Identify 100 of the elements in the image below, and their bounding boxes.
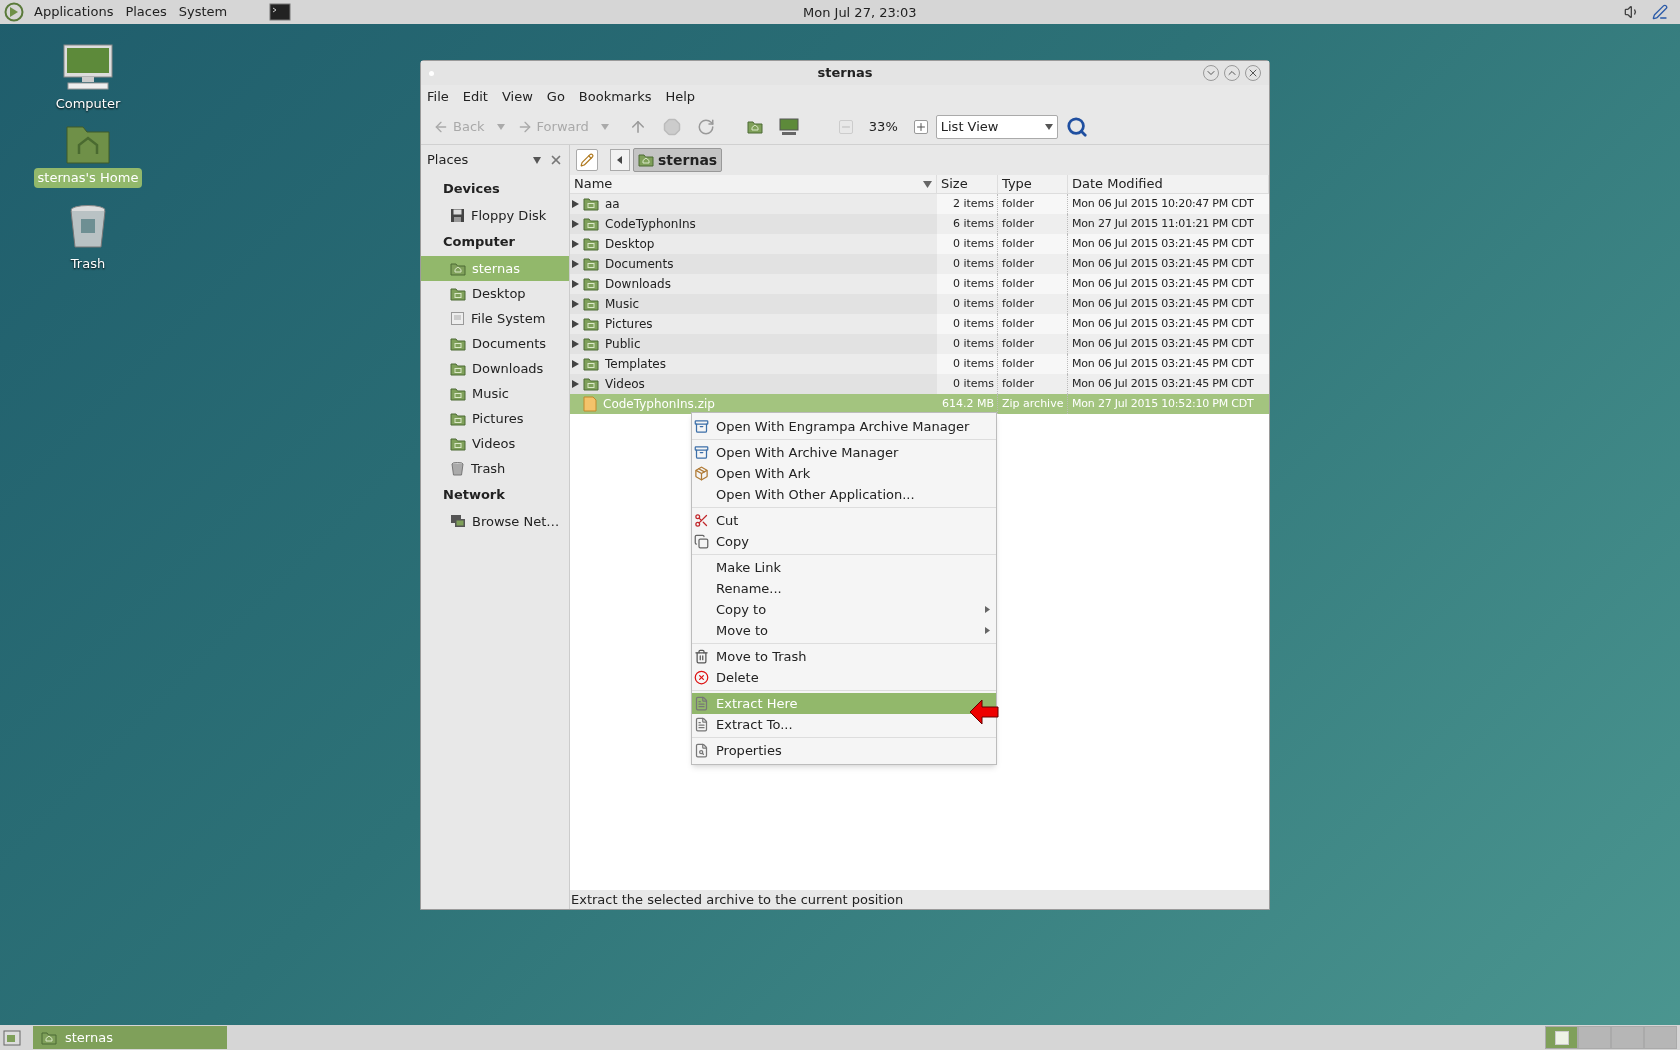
sidebar-item[interactable]: Videos [421,431,569,456]
menu-item[interactable]: Properties [692,740,996,761]
file-row[interactable]: Public 0 items folder Mon 06 Jul 2015 03:21:45 PM CDT [570,334,1269,354]
menu-bar-item[interactable]: Edit [462,87,488,107]
menu-bar-item[interactable]: File [427,87,449,107]
menu-item[interactable]: Make Link [692,557,996,578]
trash-icon [694,649,709,664]
file-row[interactable]: Downloads 0 items folder Mon 06 Jul 2015 03:21:45 PM CDT [570,274,1269,294]
folder-icon [583,377,599,391]
close-sidebar-button[interactable] [549,153,563,167]
file-row[interactable]: Desktop 0 items folder Mon 06 Jul 2015 03:21:45 PM CDT [570,234,1269,254]
menu-bar-item[interactable]: Help [665,87,696,107]
menu-item[interactable]: Open With Engrampa Archive Manager [692,416,996,437]
expander-arrow-icon[interactable] [572,260,579,268]
dropdown-arrow-icon[interactable] [533,156,541,164]
file-date: Mon 06 Jul 2015 03:21:45 PM CDT [1071,295,1255,312]
expander-arrow-icon[interactable] [572,380,579,388]
menu-item[interactable]: Cut [692,510,996,531]
expander-arrow-icon[interactable] [572,340,579,348]
network-icon [450,514,466,529]
panel-menu[interactable]: Applications [32,2,116,22]
column-header[interactable]: Name [570,175,937,193]
desktop-icon-label[interactable]: Trash [66,254,110,274]
column-header[interactable]: Size [937,175,998,193]
zoom-in-button[interactable] [913,119,928,134]
file-row[interactable]: CodeTyphonIns 6 items folder Mon 27 Jul 2015 11:01:21 PM CDT [570,214,1269,234]
workspace-button[interactable] [1545,1026,1578,1049]
menu-item-label: Cut [716,511,740,530]
sidebar-item[interactable]: Trash [421,456,569,481]
computer-button[interactable] [778,117,799,136]
sidebar-item[interactable]: Floppy Disk [421,203,569,228]
home-folder-icon [638,153,654,167]
menu-item[interactable]: Open With Ark [692,463,996,484]
view-dropdown[interactable]: List View [935,114,1058,139]
column-header[interactable]: Date Modified [1068,175,1269,193]
panel-menu[interactable]: System [176,2,230,22]
expander-arrow-icon[interactable] [572,360,579,368]
menu-item[interactable]: Delete [692,667,996,688]
menu-item-label: Move to Trash [716,647,808,666]
sidebar-item[interactable]: File System [421,306,569,331]
menu-item[interactable]: Copy to [692,599,996,620]
expander-arrow-icon[interactable] [572,300,579,308]
file-row[interactable]: Templates 0 items folder Mon 06 Jul 2015 03:21:45 PM CDT [570,354,1269,374]
edit-location-button[interactable] [576,149,598,171]
sidebar-item[interactable]: Music [421,381,569,406]
menu-item[interactable]: Rename... [692,578,996,599]
path-button[interactable]: sternas [633,148,723,172]
menu-item[interactable]: Copy [692,531,996,552]
expander-arrow-icon[interactable] [572,240,579,248]
file-date: Mon 06 Jul 2015 03:21:45 PM CDT [1071,315,1255,332]
sidebar-item-label: Documents [472,334,547,353]
expander-arrow-icon[interactable] [572,320,579,328]
scissors-icon [694,513,709,528]
file-row[interactable]: aa 2 items folder Mon 06 Jul 2015 10:20:47 PM CDT [570,194,1269,214]
archive-icon [694,419,709,434]
arrow-icon [969,699,999,725]
sidebar-item[interactable]: Pictures [421,406,569,431]
file-row[interactable]: Documents 0 items folder Mon 06 Jul 2015 03:21:45 PM CDT [570,254,1269,274]
file-row[interactable]: Pictures 0 items folder Mon 06 Jul 2015 03:21:45 PM CDT [570,314,1269,334]
logo-icon[interactable] [4,2,24,22]
path-back-button[interactable] [610,149,630,171]
sidebar-item-label: Browse Net… [472,512,560,531]
menu-item[interactable]: Move to Trash [692,646,996,667]
file-name: Templates [605,356,666,373]
menu-bar-item[interactable]: View [501,87,533,107]
sidebar-heading: Network [442,486,506,505]
menu-bar-item[interactable]: Bookmarks [578,87,652,107]
panel-menu[interactable]: Places [123,2,169,22]
expander-arrow-icon[interactable] [572,280,579,288]
sidebar-item[interactable]: Downloads [421,356,569,381]
file-name: Public [605,336,641,353]
delete-icon [694,670,709,685]
column-header[interactable]: Type [998,175,1068,193]
file-name: aa [605,196,620,213]
desktop-icon-label[interactable]: Computer [51,94,125,114]
file-row[interactable]: Videos 0 items folder Mon 06 Jul 2015 03:21:45 PM CDT [570,374,1269,394]
menu-item-label: Extract To... [716,715,794,734]
pen-icon[interactable] [1652,4,1668,20]
sidebar-item-label: Downloads [472,359,544,378]
terminal-icon[interactable] [269,3,292,21]
clock[interactable]: Mon Jul 27, 23:03 [803,3,917,23]
menu-item-label: Move to [716,621,770,640]
sidebar-item[interactable]: Documents [421,331,569,356]
file-name: CodeTyphonIns [605,216,696,233]
folder-icon [583,277,599,291]
menu-item[interactable]: Move to [692,620,996,641]
file-row[interactable]: Music 0 items folder Mon 06 Jul 2015 03:21:45 PM CDT [570,294,1269,314]
menu-item[interactable]: Open With Archive Manager [692,442,996,463]
menu-bar-item[interactable]: Go [546,87,565,107]
file-date: Mon 27 Jul 2015 10:52:10 PM CDT [1071,395,1255,412]
file-name: Videos [605,376,645,393]
sidebar-item[interactable]: Browse Net… [421,509,569,534]
menu-item[interactable]: Open With Other Application... [692,484,996,505]
menu-item[interactable]: Extract To... [692,714,996,735]
window-title: sternas [817,64,873,83]
sidebar-item[interactable]: Desktop [421,281,569,306]
expander-arrow-icon[interactable] [572,220,579,228]
expander-arrow-icon[interactable] [572,200,579,208]
search-button[interactable] [1065,115,1088,138]
sort-arrow-icon[interactable] [923,180,932,188]
